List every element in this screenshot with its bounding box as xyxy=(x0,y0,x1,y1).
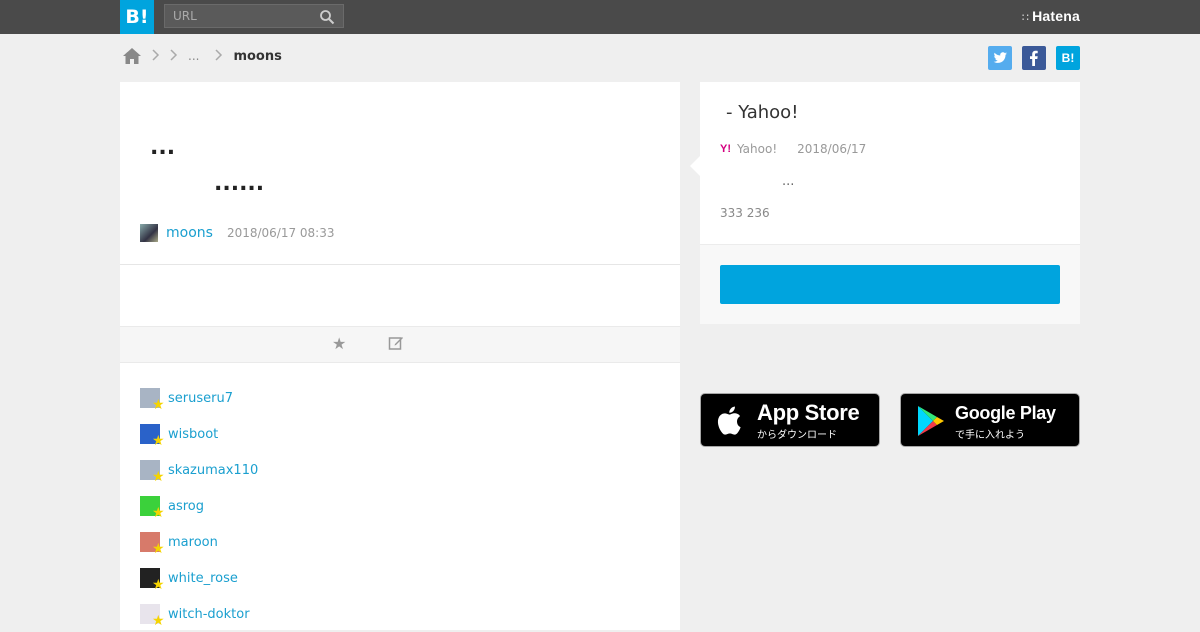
star-icon: ★ xyxy=(152,433,165,449)
star-user-link[interactable]: white_rose xyxy=(168,571,238,586)
star-list-item: ★ witch-doktor xyxy=(140,596,258,632)
star-icon: ★ xyxy=(152,541,165,557)
entry-date: 2018/06/17 xyxy=(797,142,867,156)
facebook-icon xyxy=(1030,50,1038,66)
star-user-link[interactable]: seruseru7 xyxy=(168,391,233,406)
search-icon[interactable] xyxy=(319,9,335,25)
star-user-link[interactable]: maroon xyxy=(168,535,218,550)
search-input[interactable] xyxy=(165,5,321,27)
bookmark-counts[interactable]: 333 236 xyxy=(720,206,770,220)
share-buttons: B! xyxy=(988,46,1080,70)
star-icon: ★ xyxy=(152,397,165,413)
avatar[interactable]: ★ xyxy=(140,568,165,592)
twitter-icon xyxy=(993,52,1007,63)
star-icon: ★ xyxy=(152,505,165,521)
avatar[interactable]: ★ xyxy=(140,388,165,412)
comment-line: ... xyxy=(150,135,176,160)
star-list-item: ★ white_rose xyxy=(140,560,258,596)
hatena-bookmark-logo[interactable]: B! xyxy=(120,0,154,34)
star-icon: ★ xyxy=(152,577,165,593)
facebook-share-button[interactable] xyxy=(1022,46,1046,70)
chevron-right-icon xyxy=(170,48,178,64)
avatar[interactable] xyxy=(140,224,158,242)
divider xyxy=(120,264,680,265)
comment-user-link[interactable]: moons xyxy=(166,225,213,241)
home-icon[interactable] xyxy=(122,47,142,65)
google-play-label: Google Play xyxy=(955,403,1056,423)
avatar[interactable]: ★ xyxy=(140,532,165,556)
chevron-right-icon xyxy=(215,48,223,64)
card-pointer xyxy=(690,156,700,176)
chevron-right-icon xyxy=(152,48,160,64)
avatar[interactable]: ★ xyxy=(140,496,165,520)
comment-actions-bar: ★ xyxy=(120,326,680,363)
avatar[interactable]: ★ xyxy=(140,460,165,484)
star-list-item: ★ seruseru7 xyxy=(140,380,258,416)
google-play-badge[interactable]: Google Play で手に入れよう xyxy=(900,393,1080,447)
top-bar: B! ∷Hatena xyxy=(0,0,1200,34)
star-user-link[interactable]: wisboot xyxy=(168,427,218,442)
app-store-label: App Store xyxy=(757,400,860,425)
hatena-bookmark-share-button[interactable]: B! xyxy=(1056,46,1080,70)
star-list: ★ seruseru7 ★ wisboot ★ skazumax110 ★ asrog ★ mar… xyxy=(140,380,258,632)
entry-source: Y! Yahoo! 2018/06/17 xyxy=(720,142,866,156)
app-store-badge[interactable]: App Store からダウンロード xyxy=(700,393,880,447)
apple-icon xyxy=(717,406,741,435)
view-entry-button[interactable] xyxy=(720,265,1060,304)
hatena-dots-icon: ∷ xyxy=(1021,12,1030,24)
hatena-brand-link[interactable]: ∷ Hatena xyxy=(1022,8,1080,24)
star-user-link[interactable]: asrog xyxy=(168,499,204,514)
app-store-sublabel: からダウンロード xyxy=(757,430,837,441)
star-list-item: ★ skazumax110 xyxy=(140,452,258,488)
star-user-link[interactable]: skazumax110 xyxy=(168,463,258,478)
search-box xyxy=(164,4,344,28)
google-play-icon xyxy=(918,406,944,436)
edit-comment-icon[interactable] xyxy=(388,335,404,351)
comment-text: ... ...... xyxy=(120,82,680,202)
entry-card: - Yahoo! Y! Yahoo! 2018/06/17 ... 333 23… xyxy=(690,82,1080,324)
comment-meta: moons 2018/06/17 08:33 xyxy=(140,224,335,242)
breadcrumb-item-category[interactable]: ... xyxy=(188,49,199,63)
brand-label: Hatena xyxy=(1032,8,1080,24)
entry-description: ... xyxy=(782,174,795,189)
entry-title-link[interactable]: - Yahoo! xyxy=(726,102,798,123)
yahoo-favicon-icon: Y! xyxy=(720,143,731,155)
breadcrumb-current: moons xyxy=(233,48,282,64)
star-user-link[interactable]: witch-doktor xyxy=(168,607,250,622)
breadcrumb: ... moons xyxy=(122,46,282,66)
comment-card: ... ...... moons 2018/06/17 08:33 ★ ★ ser… xyxy=(120,82,680,630)
comment-date[interactable]: 2018/06/17 08:33 xyxy=(227,226,335,240)
entry-card-footer xyxy=(700,245,1080,324)
comment-line: ...... xyxy=(214,171,265,196)
avatar[interactable]: ★ xyxy=(140,424,165,448)
star-list-item: ★ wisboot xyxy=(140,416,258,452)
star-list-item: ★ asrog xyxy=(140,488,258,524)
star-icon: ★ xyxy=(152,613,165,629)
add-star-button[interactable]: ★ xyxy=(332,334,346,353)
google-play-sublabel: で手に入れよう xyxy=(955,430,1025,441)
avatar[interactable]: ★ xyxy=(140,604,165,628)
star-list-item: ★ maroon xyxy=(140,524,258,560)
entry-source-name[interactable]: Yahoo! xyxy=(737,142,777,156)
star-icon: ★ xyxy=(152,469,165,485)
twitter-share-button[interactable] xyxy=(988,46,1012,70)
